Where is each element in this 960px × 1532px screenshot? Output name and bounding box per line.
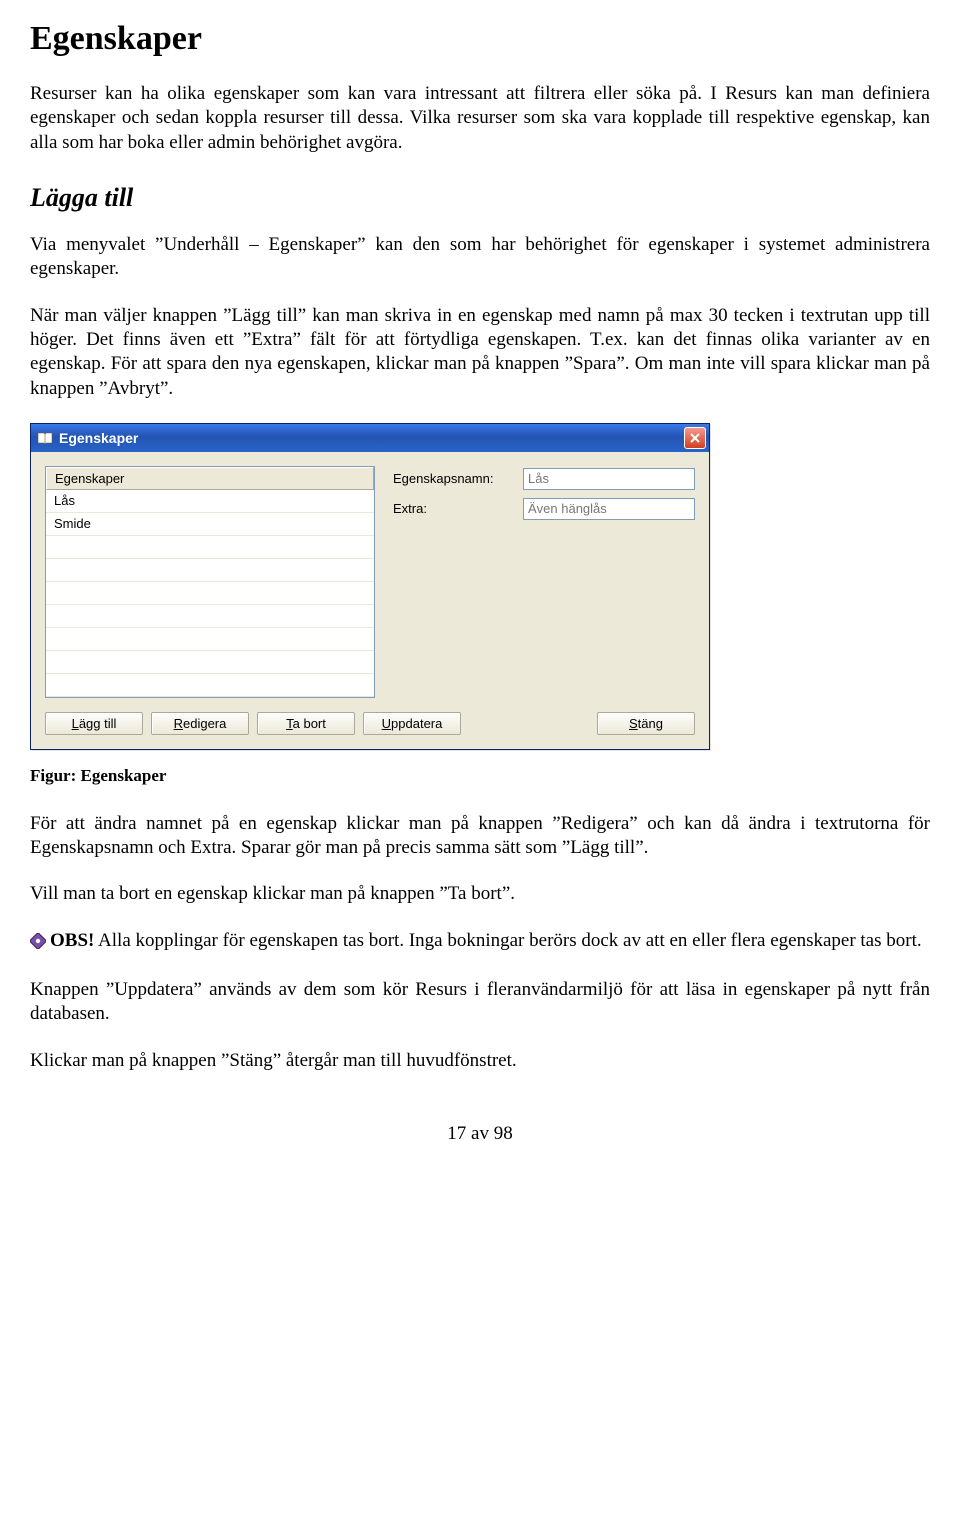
list-item[interactable]: . (46, 536, 374, 559)
close-icon (690, 433, 700, 443)
heading-lagga-till: Lägga till (30, 183, 930, 213)
btn-rest: ägg till (79, 716, 117, 731)
page-number: 17 av 98 (30, 1123, 930, 1145)
intro-paragraph: Resurser kan ha olika egenskaper som kan… (30, 82, 930, 155)
label-egenskapsnamn: Egenskapsnamn: (393, 471, 523, 486)
uppdatera-button[interactable]: Uppdatera (363, 712, 461, 735)
egenskaper-listbox[interactable]: Egenskaper Lås Smide . . . . . . . (45, 466, 375, 698)
lagg-till-button[interactable]: Lägg till (45, 712, 143, 735)
ta-bort-button[interactable]: Ta bort (257, 712, 355, 735)
close-button[interactable] (684, 427, 706, 449)
paragraph-7: Knappen ”Uppdatera” används av dem som k… (30, 978, 930, 1027)
egenskapsnamn-input[interactable]: Lås (523, 468, 695, 490)
btn-rest: täng (638, 716, 663, 731)
list-item[interactable]: . (46, 651, 374, 674)
book-icon (37, 431, 53, 445)
paragraph-5: Vill man ta bort en egenskap klickar man… (30, 882, 930, 906)
extra-input[interactable]: Även hänglås (523, 498, 695, 520)
figure-caption: Figur: Egenskaper (30, 766, 930, 786)
btn-rest: a bort (293, 716, 326, 731)
list-header[interactable]: Egenskaper (46, 467, 374, 490)
paragraph-3: När man väljer knappen ”Lägg till” kan m… (30, 304, 930, 401)
heading-egenskaper: Egenskaper (30, 20, 930, 58)
list-item[interactable]: . (46, 674, 374, 697)
warning-icon (30, 932, 46, 956)
obs-label: OBS! (50, 930, 94, 951)
paragraph-8: Klickar man på knappen ”Stäng” återgår m… (30, 1049, 930, 1073)
stang-button[interactable]: Stäng (597, 712, 695, 735)
list-item[interactable]: . (46, 559, 374, 582)
dialog-title: Egenskaper (59, 430, 684, 446)
list-item[interactable]: . (46, 605, 374, 628)
btn-rest: ppdatera (391, 716, 442, 731)
label-extra: Extra: (393, 501, 523, 516)
list-item[interactable]: Smide (46, 513, 374, 536)
obs-rest: Alla kopplingar för egenskapen tas bort.… (94, 930, 921, 951)
paragraph-6: OBS! Alla kopplingar för egenskapen tas … (30, 929, 930, 956)
list-item[interactable]: . (46, 582, 374, 605)
paragraph-4: För att ändra namnet på en egenskap klic… (30, 812, 930, 861)
list-item[interactable]: Lås (46, 490, 374, 513)
list-item[interactable]: . (46, 628, 374, 651)
btn-rest: edigera (183, 716, 226, 731)
egenskaper-dialog: Egenskaper Egenskaper Lås Smide . . . . … (30, 423, 710, 750)
redigera-button[interactable]: Redigera (151, 712, 249, 735)
titlebar: Egenskaper (31, 424, 709, 452)
paragraph-2: Via menyvalet ”Underhåll – Egenskaper” k… (30, 233, 930, 282)
